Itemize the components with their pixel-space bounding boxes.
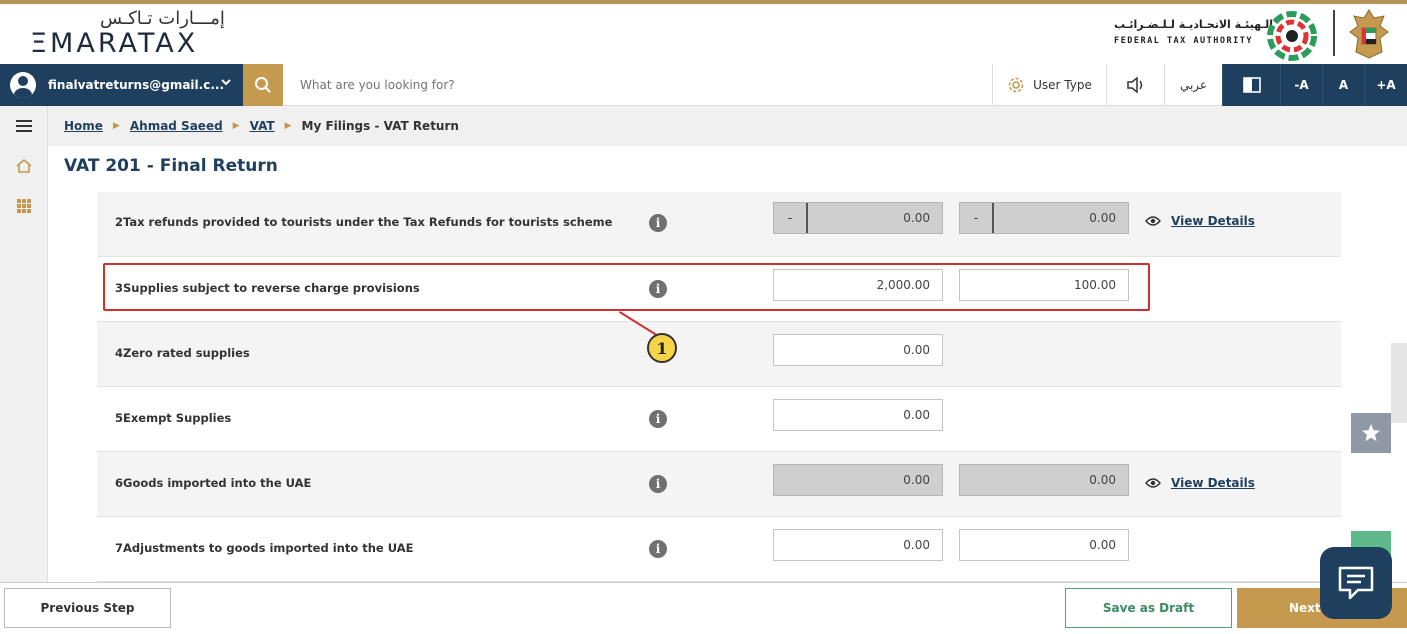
breadcrumb-vat[interactable]: VAT xyxy=(250,119,275,133)
favorite-button[interactable] xyxy=(1351,413,1391,453)
eye-icon xyxy=(1145,478,1161,488)
logo-arabic: إمـــارات تـاكـس xyxy=(100,8,225,29)
language-toggle[interactable]: عربي xyxy=(1164,64,1222,106)
language-label: عربي xyxy=(1179,78,1208,92)
table-row: 2Tax refunds provided to tourists under … xyxy=(97,192,1341,257)
speaker-icon xyxy=(1126,76,1142,94)
chevron-down-icon[interactable] xyxy=(220,76,232,91)
header-divider xyxy=(1333,10,1335,56)
page-title: VAT 201 - Final Return xyxy=(64,156,278,176)
user-type-label: User Type xyxy=(1033,78,1092,92)
search-button[interactable] xyxy=(243,64,283,106)
vat-input[interactable]: 100.00 xyxy=(959,269,1129,301)
info-icon[interactable]: i xyxy=(649,475,667,493)
amount-input[interactable]: 0.00 xyxy=(773,399,943,431)
gear-icon xyxy=(1008,77,1024,93)
breadcrumb: Home ▶ Ahmad Saeed ▶ VAT ▶ My Filings - … xyxy=(48,106,1407,146)
previous-step-button[interactable]: Previous Step xyxy=(4,588,171,628)
contrast-icon xyxy=(1242,77,1261,93)
info-icon[interactable]: i xyxy=(649,280,667,298)
font-increase-button[interactable]: +A xyxy=(1364,64,1407,106)
row-label: 5Exempt Supplies xyxy=(115,411,232,425)
user-menu[interactable]: finalvatreturns@gmail.c... xyxy=(0,64,243,106)
user-type-button[interactable]: User Type xyxy=(992,64,1106,106)
table-row: 7Adjustments to goods imported into the … xyxy=(97,517,1341,582)
user-avatar-icon xyxy=(10,72,36,98)
hamburger-icon xyxy=(16,120,32,132)
text-to-speech-button[interactable] xyxy=(1106,64,1164,106)
vat-input[interactable]: 0.00 xyxy=(959,529,1129,561)
table-row: 5Exempt Supplies i 0.00 xyxy=(97,387,1341,452)
amount-input[interactable]: 0.00 xyxy=(773,334,943,366)
uae-emblem-icon xyxy=(1349,9,1389,59)
row-label: 2Tax refunds provided to tourists under … xyxy=(115,215,613,229)
star-icon xyxy=(1362,424,1380,442)
scrollbar-thumb[interactable] xyxy=(1391,343,1407,423)
sign-indicator: - xyxy=(774,203,808,233)
row-label: 4Zero rated supplies xyxy=(115,346,250,360)
authority-name-english: FEDERAL TAX AUTHORITY xyxy=(1114,36,1253,46)
info-icon[interactable]: i xyxy=(649,540,667,558)
chat-icon xyxy=(1338,566,1374,600)
search-input[interactable] xyxy=(290,70,980,100)
vat-return-table: 2Tax refunds provided to tourists under … xyxy=(97,192,1341,582)
apps-nav[interactable] xyxy=(0,188,48,224)
row-label: 7Adjustments to goods imported into the … xyxy=(115,541,414,555)
home-nav[interactable] xyxy=(0,148,48,184)
authority-name-arabic: الـهيئـة الاتحـاديـة لـلـضـرائـب xyxy=(1114,18,1273,31)
breadcrumb-current: My Filings - VAT Return xyxy=(301,119,459,133)
sign-indicator: - xyxy=(960,203,994,233)
callout-badge: 1 xyxy=(647,333,677,363)
breadcrumb-home[interactable]: Home xyxy=(64,119,103,133)
info-icon[interactable]: i xyxy=(649,214,667,232)
vat-field: - 0.00 xyxy=(959,202,1129,234)
row-label: 3Supplies subject to reverse charge prov… xyxy=(115,281,420,295)
font-decrease-button[interactable]: -A xyxy=(1280,64,1322,106)
grid-icon xyxy=(17,199,31,213)
row-label: 6Goods imported into the UAE xyxy=(115,476,312,490)
breadcrumb-arrow-icon: ▶ xyxy=(112,121,120,131)
table-row: 6Goods imported into the UAE i 0.00 0.00… xyxy=(97,452,1341,517)
home-icon xyxy=(16,158,32,173)
chat-button[interactable] xyxy=(1320,547,1392,619)
footer-actions: Previous Step Save as Draft Next xyxy=(0,582,1407,634)
contrast-toggle[interactable] xyxy=(1222,64,1280,106)
search-icon xyxy=(255,77,271,93)
amount-field: - 0.00 xyxy=(773,202,943,234)
view-details-link[interactable]: View Details xyxy=(1145,214,1255,228)
amount-input[interactable]: 2,000.00 xyxy=(773,269,943,301)
fta-emblem-icon xyxy=(1267,11,1317,61)
font-normal-button[interactable]: A xyxy=(1322,64,1364,106)
emaratax-logo[interactable]: ΞMARATAX xyxy=(30,28,198,59)
amount-input[interactable]: 0.00 xyxy=(773,529,943,561)
user-email: finalvatreturns@gmail.c... xyxy=(48,78,225,92)
side-rail xyxy=(0,106,48,582)
breadcrumb-arrow-icon: ▶ xyxy=(284,121,292,131)
header: إمـــارات تـاكـس ΞMARATAX الـهيئـة الاتح… xyxy=(0,4,1407,64)
breadcrumb-person[interactable]: Ahmad Saeed xyxy=(130,119,223,133)
table-row: 3Supplies subject to reverse charge prov… xyxy=(97,257,1341,322)
amount-field: 0.00 xyxy=(773,464,943,496)
save-draft-button[interactable]: Save as Draft xyxy=(1065,588,1232,628)
top-navbar: finalvatreturns@gmail.c... User Type عرب… xyxy=(0,64,1407,106)
vat-field: 0.00 xyxy=(959,464,1129,496)
breadcrumb-arrow-icon: ▶ xyxy=(232,121,240,131)
table-row: 4Zero rated supplies 0.00 xyxy=(97,322,1341,387)
eye-icon xyxy=(1145,216,1161,226)
info-icon[interactable]: i xyxy=(649,410,667,428)
menu-toggle[interactable] xyxy=(0,108,48,144)
view-details-link[interactable]: View Details xyxy=(1145,476,1255,490)
